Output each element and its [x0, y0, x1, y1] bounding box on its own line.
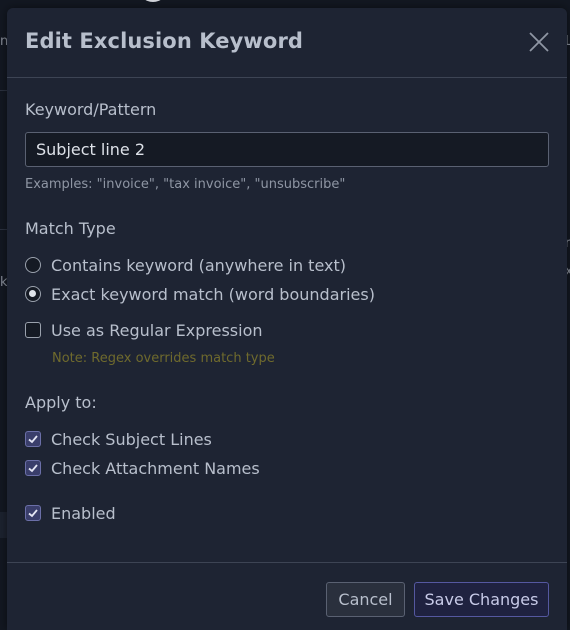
- enabled-option[interactable]: Enabled: [25, 502, 116, 524]
- checkbox-checked-icon[interactable]: [25, 505, 41, 521]
- dialog-header: Edit Exclusion Keyword: [7, 8, 567, 78]
- keyword-input[interactable]: [25, 132, 549, 167]
- checkbox-checked-icon[interactable]: [25, 431, 41, 447]
- footer-divider: [7, 562, 567, 563]
- checkbox-checked-icon[interactable]: [25, 460, 41, 476]
- keyword-examples-hint: Examples: "invoice", "tax invoice", "uns…: [25, 177, 346, 192]
- background-divider: [0, 512, 7, 538]
- regex-note: Note: Regex overrides match type: [52, 351, 275, 366]
- save-changes-button[interactable]: Save Changes: [414, 582, 549, 617]
- checkbox-unchecked-icon[interactable]: [25, 322, 41, 338]
- dialog-title: Edit Exclusion Keyword: [25, 29, 304, 53]
- close-button[interactable]: [527, 30, 551, 54]
- check-subject-lines-option[interactable]: Check Subject Lines: [25, 428, 212, 450]
- match-type-contains-option[interactable]: Contains keyword (anywhere in text): [25, 254, 346, 276]
- radio-selected-icon[interactable]: [25, 286, 41, 302]
- check-attachment-names-option[interactable]: Check Attachment Names: [25, 457, 260, 479]
- background-divider: [0, 229, 7, 230]
- background-avatar: [138, 0, 168, 2]
- apply-to-label: Apply to:: [25, 393, 97, 412]
- radio-unselected-icon[interactable]: [25, 257, 41, 273]
- match-type-label: Match Type: [25, 219, 116, 238]
- option-label: Exact keyword match (word boundaries): [51, 284, 375, 304]
- regex-option[interactable]: Use as Regular Expression: [25, 319, 263, 341]
- option-label: Contains keyword (anywhere in text): [51, 255, 346, 275]
- match-type-exact-option[interactable]: Exact keyword match (word boundaries): [25, 283, 375, 305]
- option-label: Check Attachment Names: [51, 458, 260, 478]
- option-label: Check Subject Lines: [51, 429, 212, 449]
- option-label: Use as Regular Expression: [51, 320, 263, 340]
- cancel-button[interactable]: Cancel: [326, 582, 405, 617]
- close-icon: [529, 32, 549, 52]
- keyword-label: Keyword/Pattern: [25, 100, 157, 119]
- background-divider: [0, 90, 7, 91]
- option-label: Enabled: [51, 503, 116, 523]
- edit-exclusion-keyword-dialog: Edit Exclusion Keyword Keyword/Pattern E…: [7, 8, 567, 630]
